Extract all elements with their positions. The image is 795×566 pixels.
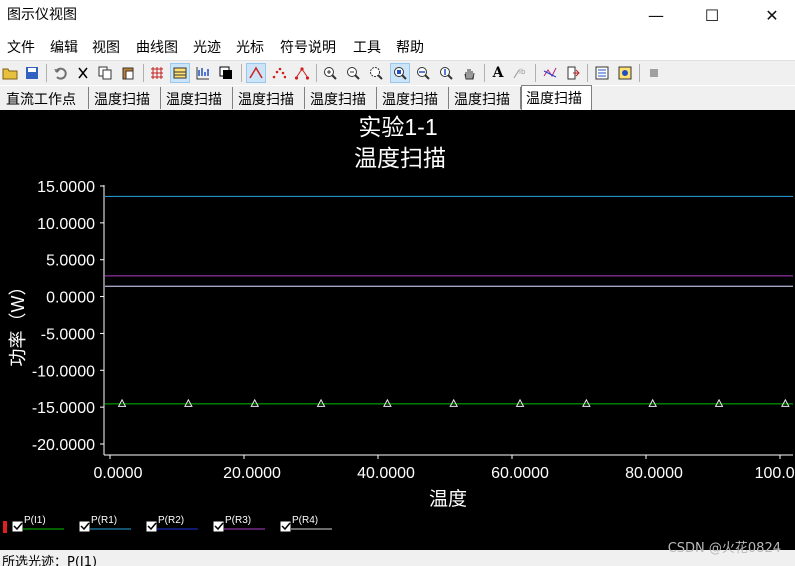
markers-trace-icon[interactable] (292, 63, 312, 83)
watermark: CSDN @火花0824 (667, 541, 781, 556)
zoom-box-icon[interactable] (366, 63, 386, 83)
data-point-marker (582, 398, 591, 407)
tab-temp-sweep-5[interactable]: 温度扫描 (378, 87, 449, 109)
data-point-marker (117, 398, 127, 407)
x-tick-label: 40.0000 (357, 465, 415, 482)
zoom-y-icon[interactable] (436, 63, 456, 83)
export-icon[interactable] (563, 63, 583, 83)
legend-label-P(R1): P(R1) (91, 515, 117, 526)
status-bar: 所选光迹：P(I1) CSDN @火花0824 (0, 541, 795, 566)
zoom-out-icon[interactable] (343, 63, 363, 83)
legend-label-P(R4): P(R4) (292, 515, 318, 526)
data-point-marker (648, 398, 658, 407)
y-tick-label: 10.0000 (37, 216, 95, 233)
selected-trace-marker (3, 521, 7, 533)
tab-temp-sweep-7[interactable]: 温度扫描 (521, 85, 592, 110)
data-point-marker (515, 398, 525, 407)
y-tick-label: 15.0000 (37, 179, 95, 196)
selected-trace-status: 所选光迹：P(I1) (2, 555, 98, 566)
grid-icon[interactable] (147, 63, 167, 83)
stop-icon[interactable] (644, 63, 664, 83)
chart-svg[interactable]: 实验1-1 温度扫描 15.0000 10.0000 5.0000 0.0000 -5.00… (0, 110, 795, 550)
copy-icon[interactable] (95, 63, 115, 83)
minimize-button[interactable]: — (633, 0, 679, 30)
tab-temp-sweep-4[interactable]: 温度扫描 (306, 87, 377, 109)
data-point-marker (449, 398, 459, 407)
trace-tabs: 直流工作点 温度扫描 温度扫描 温度扫描 温度扫描 温度扫描 温度扫描 温度扫描 (0, 85, 795, 110)
save-icon[interactable] (22, 63, 42, 83)
x-tick-label: 100.0000 (755, 465, 795, 482)
tab-dc-operating-point[interactable]: 直流工作点 (2, 87, 89, 109)
grapher-plot[interactable]: 实验1-1 温度扫描 15.0000 10.0000 5.0000 0.0000 -5.00… (0, 110, 795, 550)
tab-temp-sweep-3[interactable]: 温度扫描 (234, 87, 305, 109)
data-point-marker (250, 398, 260, 407)
data-point-marker (781, 398, 790, 407)
line-trace-icon[interactable] (246, 63, 266, 83)
tab-temp-sweep-1[interactable]: 温度扫描 (90, 87, 161, 109)
x-axis-label: 温度 (429, 488, 467, 510)
y-tick-label: 5.0000 (46, 253, 95, 270)
cursor-trace-icon[interactable] (540, 63, 560, 83)
menu-help[interactable]: 帮助 (396, 37, 424, 57)
close-button[interactable]: ✕ (749, 0, 795, 30)
properties-icon[interactable] (592, 63, 612, 83)
data-point-marker (714, 398, 724, 407)
x-tick-label: 80.0000 (625, 465, 683, 482)
menu-legend[interactable]: 符号说明 (280, 37, 336, 57)
cut-icon[interactable] (73, 63, 93, 83)
zoom-in-icon[interactable] (320, 63, 340, 83)
data-point-marker (383, 398, 392, 407)
open-icon[interactable] (0, 63, 20, 83)
menu-bar: 文件 编辑 视图 曲线图 光迹 光标 符号说明 工具 帮助 (0, 34, 795, 58)
legend-label-P(R3): P(R3) (225, 515, 251, 526)
tab-temp-sweep-2[interactable]: 温度扫描 (162, 87, 233, 109)
menu-file[interactable]: 文件 (7, 37, 35, 57)
title-bar: 图示仪视图 — ☐ ✕ (0, 0, 795, 30)
chart-icon[interactable] (193, 63, 213, 83)
x-tick-label: 60.0000 (491, 465, 549, 482)
tab-temp-sweep-6[interactable]: 温度扫描 (450, 87, 521, 109)
toggle-grid-icon[interactable] (170, 63, 190, 83)
y-tick-label: -20.0000 (32, 437, 95, 454)
chart-subtitle: 温度扫描 (354, 145, 446, 171)
chart-title: 实验1-1 (358, 114, 437, 140)
dots-trace-icon[interactable] (269, 63, 289, 83)
text-icon[interactable]: A (488, 63, 508, 83)
menu-edit[interactable]: 编辑 (50, 37, 78, 57)
settings-icon[interactable] (615, 63, 635, 83)
menu-trace[interactable]: 光迹 (193, 37, 221, 57)
legend-label-P(R2): P(R2) (158, 515, 184, 526)
paste-icon[interactable] (118, 63, 138, 83)
y-tick-label: 0.0000 (46, 290, 95, 307)
select-icon[interactable] (216, 63, 236, 83)
y-tick-label: -10.0000 (32, 363, 95, 380)
x-tick-label: 20.0000 (223, 465, 281, 482)
menu-graph[interactable]: 曲线图 (136, 37, 178, 57)
y-axis-label: 功率（W） (8, 278, 28, 367)
x-tick-label: 0.0000 (94, 465, 143, 482)
toolbar: A lb (0, 60, 795, 85)
maximize-button[interactable]: ☐ (689, 0, 735, 30)
undo-icon[interactable] (50, 63, 70, 83)
menu-view[interactable]: 视图 (92, 37, 120, 57)
svg-text:lb: lb (519, 68, 526, 76)
data-point-marker (316, 398, 326, 407)
menu-cursor[interactable]: 光标 (236, 37, 264, 57)
window-title: 图示仪视图 (7, 7, 77, 23)
data-point-marker (184, 398, 193, 407)
zoom-x-icon[interactable] (413, 63, 433, 83)
zoom-fit-icon[interactable] (390, 63, 410, 83)
label-icon[interactable]: lb (511, 63, 531, 83)
legend-label-P(I1): P(I1) (24, 515, 46, 526)
y-tick-label: -5.0000 (41, 326, 95, 343)
pan-icon[interactable] (459, 63, 479, 83)
menu-tools[interactable]: 工具 (353, 37, 381, 57)
y-tick-label: -15.0000 (32, 400, 95, 417)
